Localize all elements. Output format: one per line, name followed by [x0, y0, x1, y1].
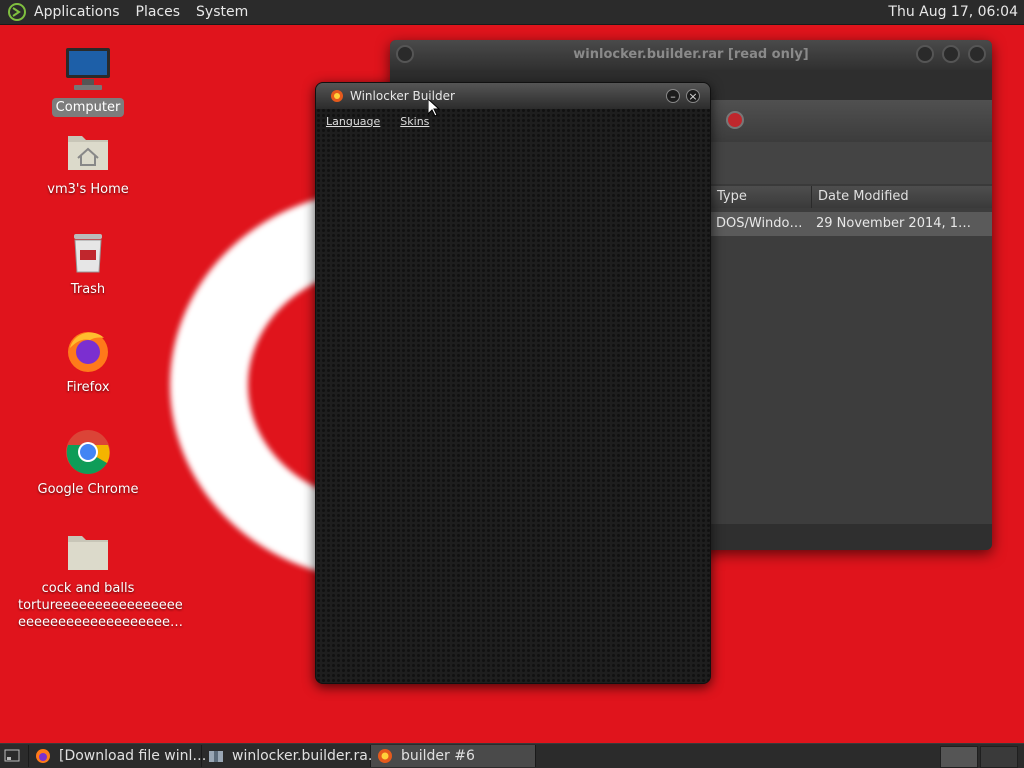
menu-language[interactable]: Language [326, 115, 380, 128]
show-desktop-button[interactable] [0, 745, 29, 767]
workspace-1[interactable] [940, 746, 978, 768]
desktop-icon-firefox[interactable]: Firefox [18, 326, 158, 397]
firefox-icon [35, 748, 51, 764]
desktop-icon-label-line1: cock and balls [41, 581, 135, 596]
system-menu[interactable]: System [196, 4, 248, 20]
column-header-date-modified[interactable]: Date Modified [811, 186, 988, 208]
mate-logo-icon[interactable] [6, 1, 28, 23]
minimize-button[interactable]: – [666, 89, 680, 103]
cell-type: DOS/Windo… [716, 216, 803, 231]
window-menu-icon[interactable] [396, 45, 414, 63]
show-desktop-icon [4, 749, 20, 762]
task-archive-manager[interactable]: winlocker.builder.ra… [202, 745, 382, 767]
desktop-icon-home[interactable]: vm3's Home [18, 128, 158, 199]
task-label: winlocker.builder.ra… [232, 748, 382, 764]
taskbar: [Download file winl… winlocker.builder.r… [0, 743, 1024, 768]
task-firefox-download[interactable]: [Download file winl… [29, 745, 206, 767]
builder-menubar: Language Skins [316, 109, 710, 133]
desktop-icon-folder[interactable]: cock and balls tortureeeeeeeeeeeeeeee ee… [18, 528, 183, 631]
desktop-icon-chrome[interactable]: Google Chrome [18, 428, 158, 499]
stop-icon[interactable] [726, 111, 744, 129]
close-button[interactable]: × [686, 89, 700, 103]
folder-icon [64, 528, 112, 576]
desktop-icon-trash[interactable]: Trash [18, 228, 158, 299]
trash-icon [64, 228, 112, 276]
desktop-icon-computer[interactable]: Computer [18, 46, 158, 117]
builder-app-icon [377, 748, 393, 764]
builder-window[interactable]: Winlocker Builder – × Language Skins [315, 82, 711, 684]
desktop-icon-label: Firefox [66, 380, 110, 395]
menu-skins[interactable]: Skins [400, 115, 429, 128]
task-builder[interactable]: builder #6 [371, 745, 536, 767]
firefox-icon [64, 326, 112, 374]
close-icon[interactable] [968, 45, 986, 63]
maximize-icon[interactable] [942, 45, 960, 63]
workspace-2[interactable] [980, 746, 1018, 768]
chrome-icon [64, 428, 112, 476]
applications-menu[interactable]: Applications [34, 4, 120, 20]
top-panel: Applications Places System Thu Aug 17, 0… [0, 0, 1024, 25]
computer-icon [64, 46, 112, 94]
desktop-icon-label: Computer [51, 98, 125, 117]
desktop-icon-label: Trash [70, 282, 106, 297]
desktop-icon-label-line2: tortureeeeeeeeeeeeeeee [18, 598, 183, 613]
table-row[interactable]: DOS/Windo… 29 November 2014, 1… [710, 212, 992, 236]
file-list-header: Type Date Modified [710, 186, 992, 208]
cell-date-modified: 29 November 2014, 1… [816, 216, 972, 231]
task-label: builder #6 [401, 748, 475, 764]
desktop-icon-label: vm3's Home [47, 182, 129, 197]
minimize-icon[interactable] [916, 45, 934, 63]
archive-window-title[interactable]: winlocker.builder.rar [read only] [390, 40, 992, 70]
desktop-icon-label-line3: eeeeeeeeeeeeeeeeeee… [18, 615, 183, 630]
desktop-icon-label: Google Chrome [37, 482, 139, 497]
places-menu[interactable]: Places [136, 4, 181, 20]
task-label: [Download file winl… [59, 748, 207, 764]
builder-app-icon [330, 89, 344, 103]
panel-clock[interactable]: Thu Aug 17, 06:04 [888, 4, 1018, 20]
workspace-switcher[interactable] [940, 746, 1018, 768]
column-header-type[interactable]: Type [710, 186, 811, 208]
builder-titlebar[interactable]: Winlocker Builder – × [316, 83, 710, 109]
home-folder-icon [64, 128, 112, 176]
archive-manager-icon [208, 748, 224, 764]
